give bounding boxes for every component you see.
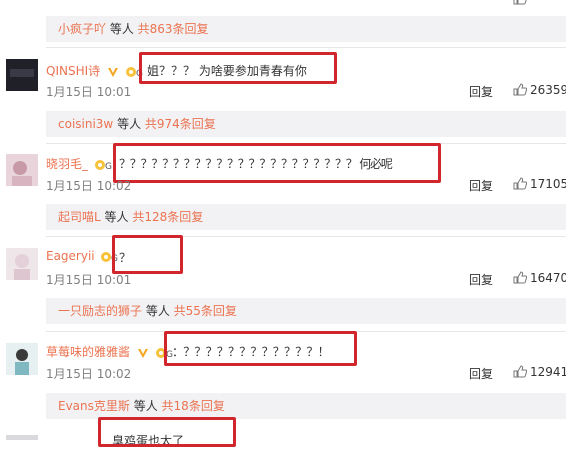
like-count: 17105 [530,177,566,191]
divider [46,47,566,48]
comment-username[interactable]: QINSHI诗 G [46,62,144,79]
comment-date: 1月15日 10:02 [46,179,132,193]
reply-summary-bar[interactable]: 起司喵L 等人 共128条回复 [46,204,566,230]
username-text[interactable]: 草莓味的雅雅酱 [46,345,130,359]
username-text[interactable]: 晓羽毛_ [46,157,88,171]
like-button[interactable]: 17105 [513,177,566,191]
like-button[interactable] [513,0,530,6]
like-count: 26359 [530,83,566,97]
like-count: 16470 [530,271,566,285]
reply-user[interactable]: 小疯子吖 [58,22,106,36]
member-badge-icon: G [94,160,112,171]
comment-date: 1月15日 10:02 [46,367,132,381]
verified-v-icon [107,67,118,77]
comment-username[interactable]: 晓羽毛_ G [46,155,113,172]
comment-username[interactable]: Eageryii G [46,249,119,263]
avatar[interactable] [6,343,38,375]
like-button[interactable]: 26359 [513,83,566,97]
reply-count-link[interactable]: 共18条回复 [162,399,225,413]
reply-count-link[interactable]: 共863条回复 [138,22,209,36]
avatar-image [6,343,38,375]
comment-date: 1月15日 10:01 [46,85,132,99]
reply-summary-bar[interactable]: 小疯子吖 等人 共863条回复 [46,16,566,42]
reply-user[interactable]: coisini3w [58,117,113,131]
thumbs-up-icon [513,271,528,284]
reply-button[interactable]: 回复 [469,177,493,194]
reply-button[interactable]: 回复 [469,365,493,382]
thumbs-up-icon [513,83,528,96]
reply-button[interactable]: 回复 [469,83,493,100]
like-count: 12941 [530,365,566,379]
highlight-box [98,417,236,447]
reply-summary-bar[interactable]: 一只励志的狮子 等人 共55条回复 [46,298,566,324]
thumbs-up-icon [513,0,527,5]
avatar[interactable] [6,248,38,280]
reply-mid-text: 等人 [129,399,162,413]
username-text[interactable]: Eageryii [46,249,95,263]
reply-mid-text: 等人 [100,210,133,224]
avatar-image [6,435,38,440]
reply-count-link[interactable]: 共55条回复 [174,304,237,318]
highlight-box [113,143,441,183]
thumbs-up-icon [513,365,528,378]
verified-v-icon [137,348,148,358]
comment-username[interactable]: 草莓味的雅雅酱 G [46,343,174,360]
highlight-box [164,331,357,366]
thumbs-up-icon [513,177,528,190]
avatar[interactable] [6,432,38,440]
avatar-image [6,248,38,280]
reply-mid-text: 等人 [142,304,174,318]
avatar-image [6,154,38,186]
highlight-box [112,235,183,274]
reply-summary-bar[interactable]: coisini3w 等人 共974条回复 [46,111,566,137]
like-button[interactable]: 16470 [513,271,566,285]
svg-text:G: G [105,162,112,171]
avatar-image [6,59,38,91]
like-button[interactable]: 12941 [513,365,566,379]
reply-count-link[interactable]: 共128条回复 [132,210,203,224]
reply-mid-text: 等人 [113,117,145,131]
username-text[interactable]: QINSHI诗 [46,64,100,78]
reply-summary-bar[interactable]: Evans克里斯 等人 共18条回复 [46,393,566,419]
reply-user[interactable]: 起司喵L [58,210,101,224]
avatar[interactable] [6,154,38,186]
avatar[interactable] [6,59,38,91]
reply-user[interactable]: 一只励志的狮子 [58,304,142,318]
comment-date: 1月15日 10:01 [46,273,132,287]
reply-user[interactable]: Evans克里斯 [58,399,130,413]
highlight-box [139,52,337,84]
reply-mid-text: 等人 [106,22,138,36]
reply-count-link[interactable]: 共974条回复 [145,117,216,131]
reply-button[interactable]: 回复 [469,271,493,288]
